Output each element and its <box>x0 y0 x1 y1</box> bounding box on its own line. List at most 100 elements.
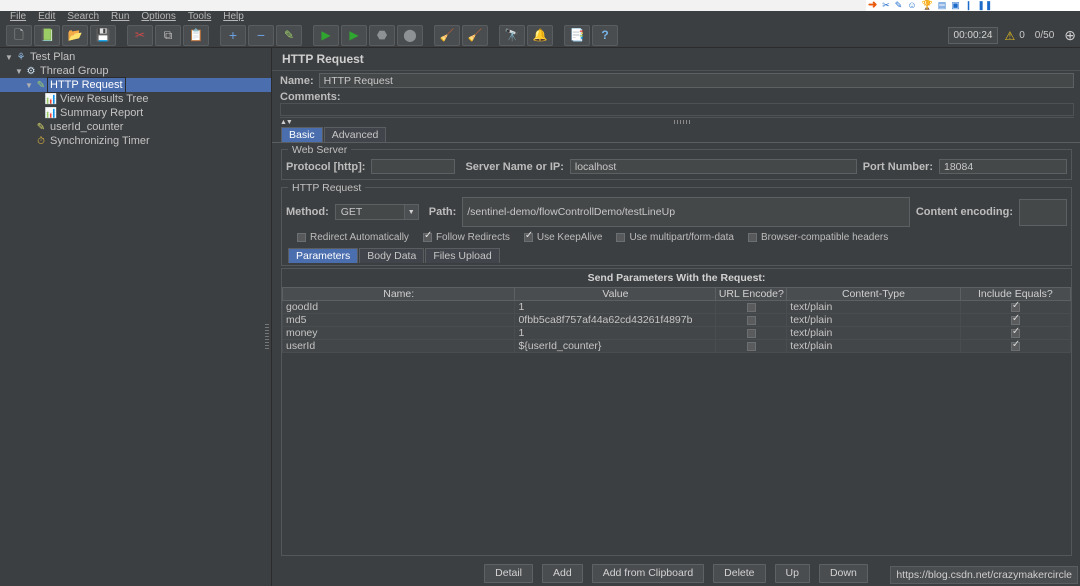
card-icon[interactable]: ▤ <box>938 0 947 11</box>
start-no-pauses-button[interactable]: ▶ <box>341 24 367 46</box>
path-input[interactable]: /sentinel-demo/flowControllDemo/testLine… <box>462 197 910 227</box>
server-name-input[interactable]: localhost <box>569 159 857 174</box>
search-button[interactable]: 🔭 <box>499 24 525 46</box>
stop-button[interactable]: ⬣ <box>369 24 395 46</box>
clear-button[interactable]: 🧹 <box>434 24 460 46</box>
bookmark-icon[interactable]: ❙ <box>965 0 973 11</box>
cell-content-type[interactable]: text/plain <box>786 326 961 340</box>
collapse-bar[interactable]: ▲▼ <box>280 117 1074 126</box>
paste-button[interactable]: 📋 <box>183 24 209 46</box>
menu-file[interactable]: File <box>4 11 32 23</box>
scissors-icon[interactable]: ✂ <box>882 0 890 11</box>
warning-indicator[interactable]: ⚠ 0 <box>1004 29 1024 43</box>
shutdown-button[interactable]: ⬤ <box>397 24 423 46</box>
cell-name[interactable]: goodId <box>281 300 516 314</box>
follow-redirects-checkbox[interactable]: Follow Redirects <box>422 231 510 243</box>
content-encoding-input[interactable] <box>1019 198 1067 226</box>
use-keepalive-checkbox[interactable]: Use KeepAlive <box>523 231 602 243</box>
down-button[interactable]: Down <box>818 564 868 583</box>
table-row[interactable]: money 1 text/plain <box>281 326 1072 340</box>
chevron-down-icon[interactable]: ▼ <box>14 67 24 76</box>
trophy-icon[interactable]: 🏆 <box>922 0 933 11</box>
chevron-down-icon[interactable]: ▼ <box>4 53 14 62</box>
tree-node-view-results-tree[interactable]: 📊 View Results Tree <box>0 92 271 106</box>
port-number-input[interactable]: 18084 <box>939 159 1067 174</box>
table-row[interactable]: userId ${userId_counter} text/plain <box>281 339 1072 353</box>
pen-icon[interactable]: ✎ <box>895 0 903 11</box>
cell-content-type[interactable]: text/plain <box>786 313 961 327</box>
cell-include-equals[interactable] <box>959 313 1072 327</box>
browser-compatible-headers-checkbox[interactable]: Browser-compatible headers <box>747 232 888 243</box>
save-button[interactable]: 💾 <box>90 24 116 46</box>
tab-advanced[interactable]: Advanced <box>323 127 387 142</box>
tree-node-thread-group[interactable]: ▼ ⚙ Thread Group <box>0 64 271 78</box>
cell-value[interactable]: ${userId_counter} <box>514 339 717 353</box>
panel-splitter[interactable] <box>262 48 272 586</box>
cut-button[interactable]: ✂ <box>127 24 153 46</box>
collapse-grip-icon[interactable] <box>674 120 690 124</box>
chevron-down-icon[interactable]: ▼ <box>403 205 418 219</box>
detail-button[interactable]: Detail <box>484 564 534 583</box>
function-helper-button[interactable]: 📑 <box>564 24 590 46</box>
tag-icon[interactable]: ▣ <box>951 0 960 11</box>
remote-globe-icon[interactable]: ⊕ <box>1064 27 1076 44</box>
delete-button[interactable]: Delete <box>713 564 766 583</box>
add-button[interactable]: Add <box>542 564 583 583</box>
tree-node-summary-report[interactable]: 📊 Summary Report <box>0 106 271 120</box>
tree-node-http-request[interactable]: ▼ ✎ HTTP Request <box>0 77 271 93</box>
use-multipart-checkbox[interactable]: Use multipart/form-data <box>616 232 734 243</box>
column-header-url-encode[interactable]: URL Encode? <box>715 287 788 301</box>
up-button[interactable]: Up <box>774 564 810 583</box>
menu-help[interactable]: Help <box>217 11 250 23</box>
menu-options[interactable]: Options <box>135 11 181 23</box>
name-input[interactable]: HTTP Request <box>318 73 1074 88</box>
new-button[interactable]: 🗋 <box>6 24 32 46</box>
tree-node-synchronizing-timer[interactable]: ⏱ Synchronizing Timer <box>0 134 271 148</box>
cell-include-equals[interactable] <box>959 300 1072 314</box>
copy-button[interactable]: ⧉ <box>155 24 181 46</box>
collapse-all-button[interactable]: − <box>248 24 274 46</box>
open-button[interactable]: 📂 <box>62 24 88 46</box>
cell-value[interactable]: 0fbb5ca8f757af44a62cd43261f4897b <box>514 313 717 327</box>
add-from-clipboard-button[interactable]: Add from Clipboard <box>591 564 705 583</box>
reset-search-button[interactable]: 🔔 <box>527 24 553 46</box>
cell-include-equals[interactable] <box>959 339 1072 353</box>
column-header-content-type[interactable]: Content-Type <box>786 287 961 301</box>
menu-run[interactable]: Run <box>105 11 135 23</box>
method-select[interactable]: GET ▼ <box>334 204 419 220</box>
comments-input[interactable] <box>280 103 1074 116</box>
clear-all-button[interactable]: 🧹 <box>462 24 488 46</box>
cell-url-encode[interactable] <box>715 313 788 327</box>
tab-body-data[interactable]: Body Data <box>359 248 425 263</box>
column-header-include-equals[interactable]: Include Equals? <box>959 287 1072 301</box>
collapse-arrows-icon[interactable]: ▲▼ <box>280 119 293 126</box>
cell-content-type[interactable]: text/plain <box>786 339 961 353</box>
smiley-icon[interactable]: ☺ <box>907 0 916 11</box>
column-header-name[interactable]: Name: <box>281 287 516 301</box>
toggle-button[interactable]: ✎ <box>276 24 302 46</box>
cell-url-encode[interactable] <box>715 339 788 353</box>
menu-search[interactable]: Search <box>61 11 105 23</box>
bars-icon[interactable]: ❚❚ <box>977 0 992 11</box>
tree-node-test-plan[interactable]: ▼ ⚘ Test Plan <box>0 50 271 64</box>
cell-name[interactable]: md5 <box>281 313 516 327</box>
cell-name[interactable]: money <box>281 326 516 340</box>
tab-files-upload[interactable]: Files Upload <box>425 248 500 263</box>
tree-node-userid-counter[interactable]: ✎ userId_counter <box>0 120 271 134</box>
tab-basic[interactable]: Basic <box>281 127 323 142</box>
table-row[interactable]: goodId 1 text/plain <box>281 300 1072 314</box>
cell-url-encode[interactable] <box>715 300 788 314</box>
splitter-grip-icon[interactable] <box>265 324 269 350</box>
cell-value[interactable]: 1 <box>514 300 717 314</box>
cell-url-encode[interactable] <box>715 326 788 340</box>
redirect-automatically-checkbox[interactable]: Redirect Automatically <box>297 232 409 243</box>
chevron-down-icon[interactable]: ▼ <box>24 81 34 90</box>
tab-parameters[interactable]: Parameters <box>288 248 359 263</box>
expand-all-button[interactable]: + <box>220 24 246 46</box>
menu-edit[interactable]: Edit <box>32 11 61 23</box>
cell-include-equals[interactable] <box>959 326 1072 340</box>
start-button[interactable]: ▶ <box>313 24 339 46</box>
cell-name[interactable]: userId <box>281 339 516 353</box>
column-header-value[interactable]: Value <box>514 287 717 301</box>
templates-button[interactable]: 📗 <box>34 24 60 46</box>
